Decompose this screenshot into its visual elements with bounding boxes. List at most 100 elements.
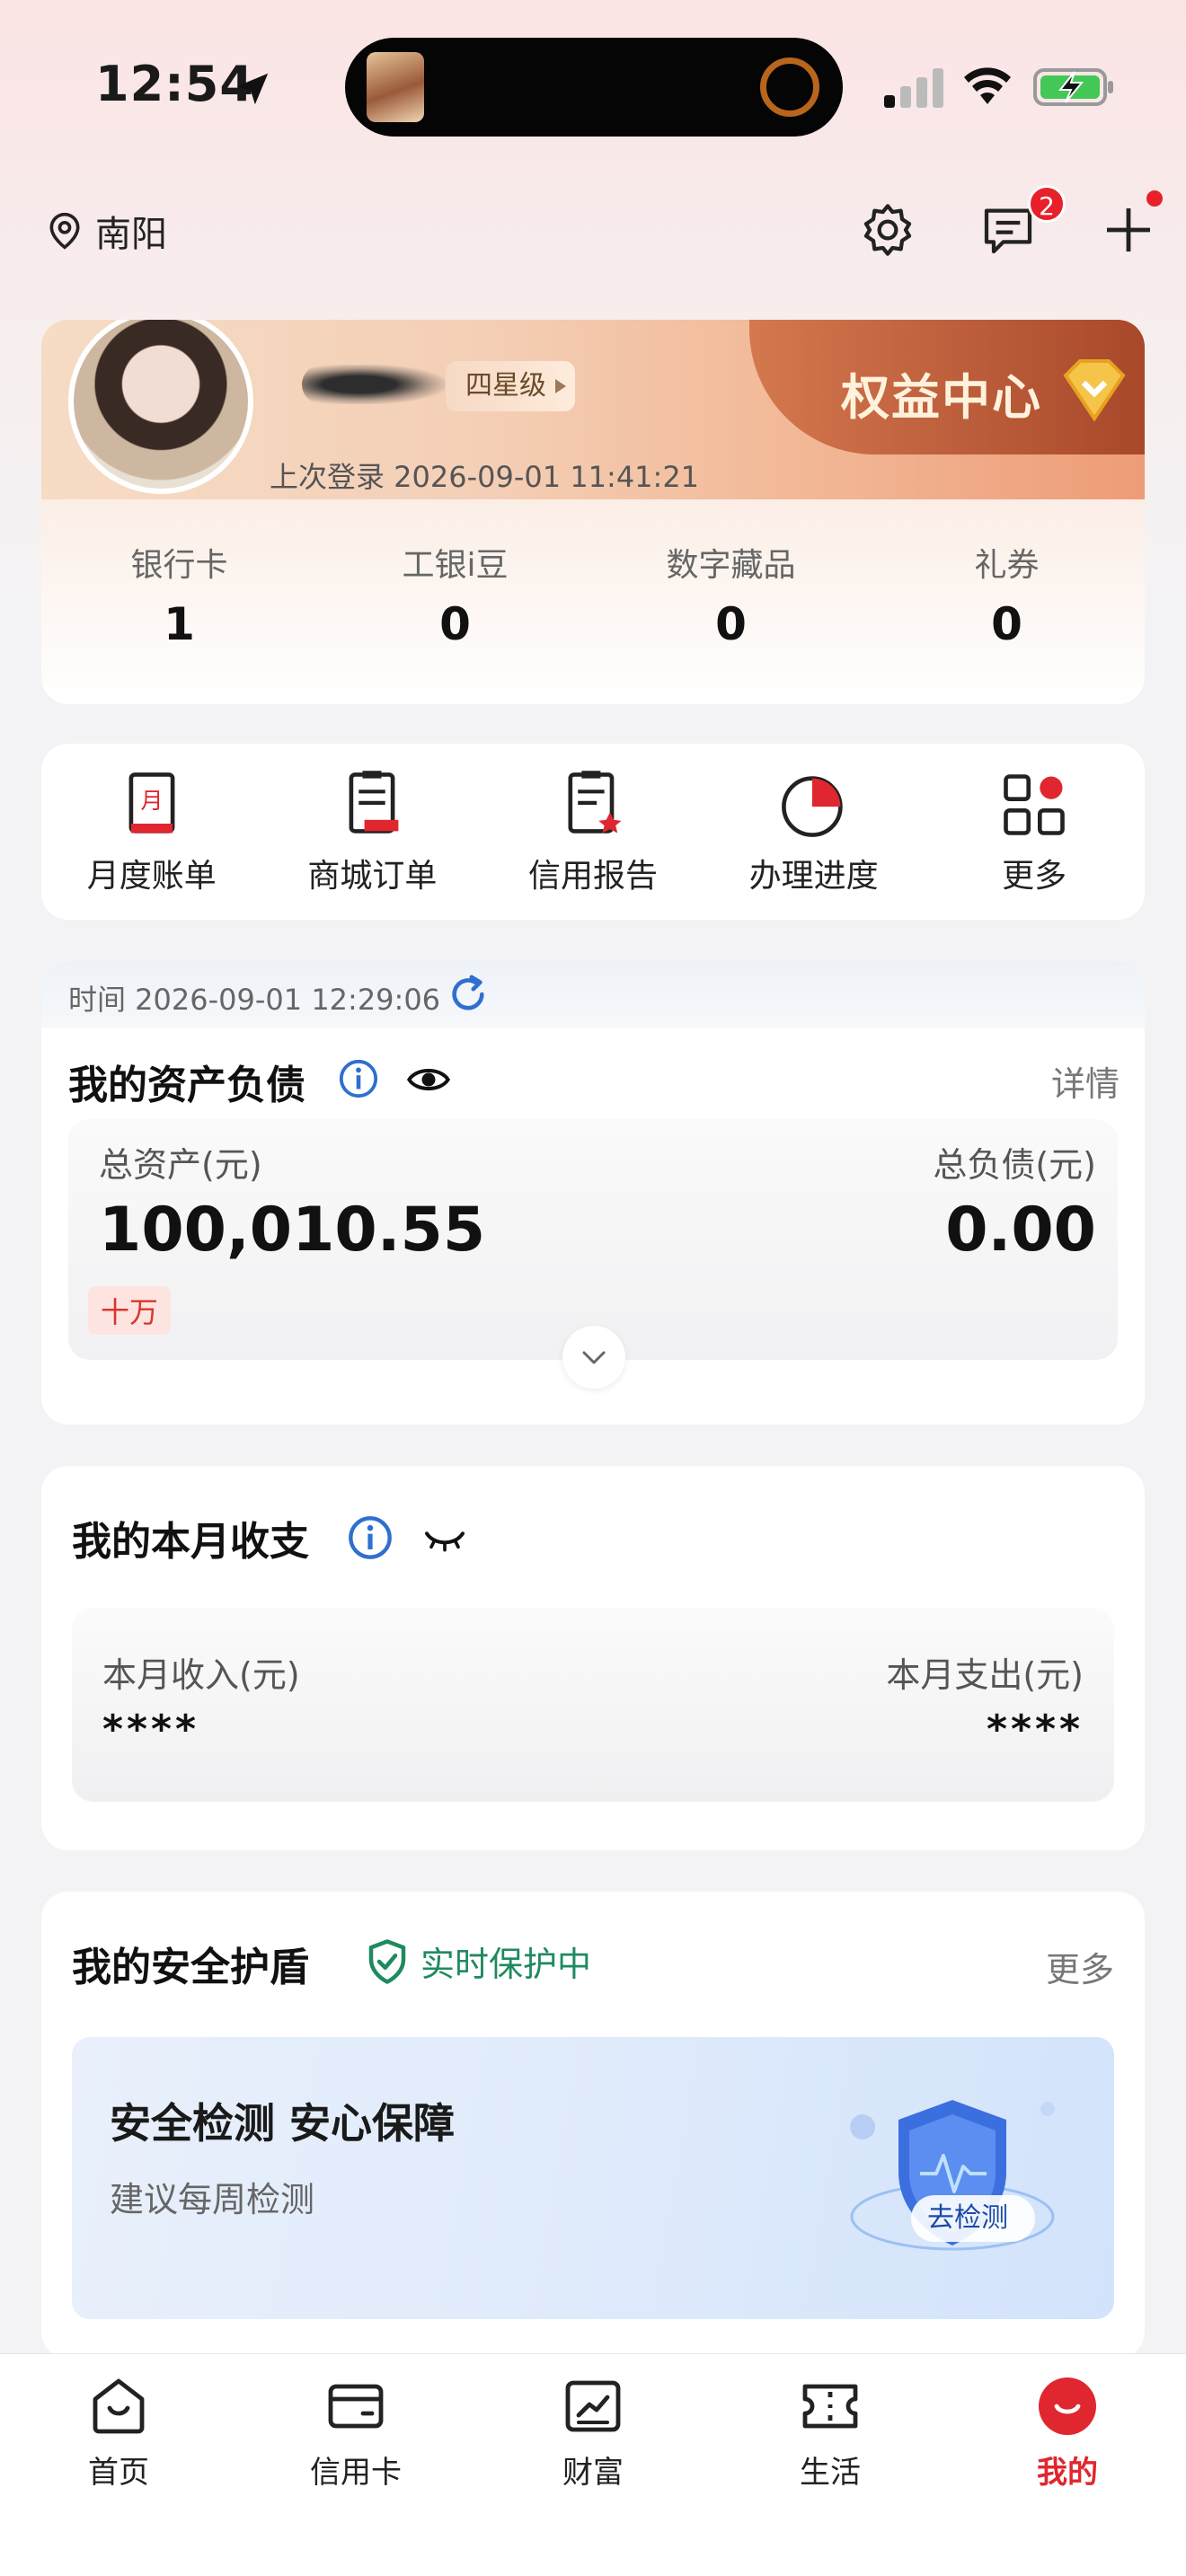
last-login-text: 上次登录 2026-09-01 11:41:21 (270, 460, 700, 494)
stat-value: 1 (164, 598, 195, 650)
tab-label: 信用卡 (310, 2455, 402, 2491)
info-icon[interactable] (338, 1058, 379, 1099)
monthly-income-expense-card: 我的本月收支 本月收入(元) **** 本月支出(元) **** (41, 1466, 1145, 1850)
dynamic-island[interactable] (345, 38, 843, 137)
income-title: 我的本月收支 (72, 1519, 309, 1565)
stat-value: 0 (991, 598, 1022, 650)
stat-bank-cards[interactable]: 银行卡 1 (41, 539, 317, 650)
expense-label: 本月支出(元) (886, 1655, 1084, 1695)
mine-icon (1039, 2378, 1096, 2435)
home-icon (93, 2378, 145, 2434)
banner-title: 安全检测 安心保障 (110, 2099, 456, 2148)
tab-label: 财富 (562, 2455, 624, 2491)
protection-status: 实时保护中 (363, 1936, 591, 1986)
add-plus-icon[interactable] (1100, 201, 1157, 259)
assets-summary-panel: 总资产(元) 100,010.55 十万 总负债(元) 0.00 (68, 1119, 1118, 1360)
user-name-obscured (302, 365, 446, 404)
tab-home[interactable]: 首页 (0, 2354, 237, 2576)
eye-hidden-icon[interactable] (422, 1522, 467, 1557)
wealth-icon (565, 2380, 621, 2432)
top-nav: 南阳 2 (0, 180, 1186, 278)
cellular-signal-icon (884, 68, 943, 108)
profile-card: 权益中心 四星级 上次登录 2026-09-01 11:41:21 银行卡 1 … (41, 320, 1145, 704)
security-shield-card: 我的安全护盾 实时保护中 更多 安全检测 安心保障 建议每周检测 去检测 (41, 1892, 1145, 2359)
eye-visible-icon[interactable] (406, 1062, 451, 1098)
action-monthly-bill[interactable]: 月 月度账单 (41, 767, 262, 896)
security-shield-illustration-icon (850, 2100, 1055, 2251)
security-check-banner[interactable]: 安全检测 安心保障 建议每周检测 去检测 (72, 2037, 1114, 2319)
stat-icbc-beans[interactable]: 工银i豆 0 (317, 539, 593, 650)
stat-label: 礼券 (974, 547, 1040, 584)
expand-assets-button[interactable] (562, 1326, 625, 1389)
city-selector[interactable]: 南阳 (45, 205, 167, 257)
member-level-badge[interactable]: 四星级 (446, 361, 575, 411)
diamond-crown-icon (1063, 359, 1126, 422)
tab-life[interactable]: 生活 (712, 2354, 949, 2576)
total-assets-label: 总资产(元) (99, 1145, 262, 1185)
status-bar: 12:54 (0, 0, 1186, 171)
bottom-tab-bar: 首页 信用卡 财富 生活 我的 (0, 2353, 1186, 2576)
stat-label: 工银i豆 (402, 547, 509, 584)
action-label: 月度账单 (86, 858, 217, 895)
amount-unit-tag: 十万 (88, 1286, 172, 1335)
stat-label: 数字藏品 (666, 547, 796, 584)
battery-charging-icon (1033, 68, 1113, 106)
chevron-down-icon (582, 1351, 606, 1364)
stat-value: 0 (439, 598, 471, 650)
assets-timestamp: 时间 2026-09-01 12:29:06 (68, 983, 441, 1017)
credit-card-icon (328, 2384, 384, 2429)
wifi-icon (964, 67, 1011, 104)
action-label: 办理进度 (748, 858, 879, 895)
security-title: 我的安全护盾 (72, 1945, 309, 1990)
more-grid-icon (1004, 774, 1065, 835)
assets-detail-link[interactable]: 详情 (1051, 1056, 1120, 1106)
status-time: 12:54 (95, 56, 254, 112)
tab-credit-card[interactable]: 信用卡 (237, 2354, 474, 2576)
tab-mine[interactable]: 我的 (949, 2354, 1186, 2576)
svg-text:月: 月 (140, 788, 163, 814)
progress-icon (781, 776, 843, 837)
go-detect-button[interactable]: 去检测 (911, 2195, 1035, 2242)
action-more[interactable]: 更多 (924, 767, 1145, 896)
monthly-bill-icon: 月 (128, 772, 175, 834)
action-label: 信用报告 (527, 858, 658, 895)
settings-gear-icon[interactable] (859, 201, 916, 259)
tab-label: 生活 (800, 2455, 861, 2491)
income-value-masked: **** (102, 1707, 200, 1752)
action-label: 更多 (1002, 858, 1067, 895)
stat-digital-collectibles[interactable]: 数字藏品 0 (593, 539, 869, 650)
now-playing-thumbnail (367, 52, 424, 122)
profile-stats: 银行卡 1 工银i豆 0 数字藏品 0 礼券 0 (41, 539, 1145, 650)
security-more-link[interactable]: 更多 (1046, 1942, 1114, 1991)
stat-vouchers[interactable]: 礼券 0 (869, 539, 1145, 650)
location-pin-icon (49, 212, 80, 250)
mall-order-icon (349, 771, 399, 834)
tab-label: 首页 (88, 2455, 149, 2491)
assets-title: 我的资产负债 (68, 1063, 305, 1108)
action-mall-orders[interactable]: 商城订单 (262, 767, 483, 896)
income-summary-panel: 本月收入(元) **** 本月支出(元) **** (72, 1608, 1114, 1802)
refresh-icon[interactable] (447, 974, 489, 1015)
credit-report-icon (568, 771, 622, 834)
location-arrow-icon (236, 73, 269, 105)
protection-status-text: 实时保护中 (420, 1945, 592, 1984)
shield-check-icon (368, 1938, 406, 1984)
add-notification-dot (1146, 190, 1163, 207)
activity-ring-icon (760, 57, 819, 117)
rights-center-label[interactable]: 权益中心 (841, 357, 1042, 428)
banner-subtitle: 建议每周检测 (110, 2180, 315, 2219)
life-ticket-icon (802, 2384, 858, 2429)
quick-actions: 月 月度账单 商城订单 信用报告 办理进度 更多 (41, 744, 1145, 920)
total-assets-value: 100,010.55 (99, 1195, 486, 1266)
total-debt-label: 总负债(元) (933, 1145, 1096, 1185)
action-label: 商城订单 (307, 858, 438, 895)
income-label: 本月收入(元) (102, 1655, 300, 1695)
message-badge: 2 (1028, 185, 1066, 223)
info-icon[interactable] (347, 1514, 394, 1561)
assets-liabilities-card: 时间 2026-09-01 12:29:06 我的资产负债 详情 总资产(元) … (41, 961, 1145, 1425)
action-credit-report[interactable]: 信用报告 (482, 767, 704, 896)
tab-label: 我的 (1037, 2455, 1098, 2491)
tab-wealth[interactable]: 财富 (474, 2354, 712, 2576)
action-progress[interactable]: 办理进度 (704, 767, 925, 896)
stat-label: 银行卡 (130, 547, 228, 584)
